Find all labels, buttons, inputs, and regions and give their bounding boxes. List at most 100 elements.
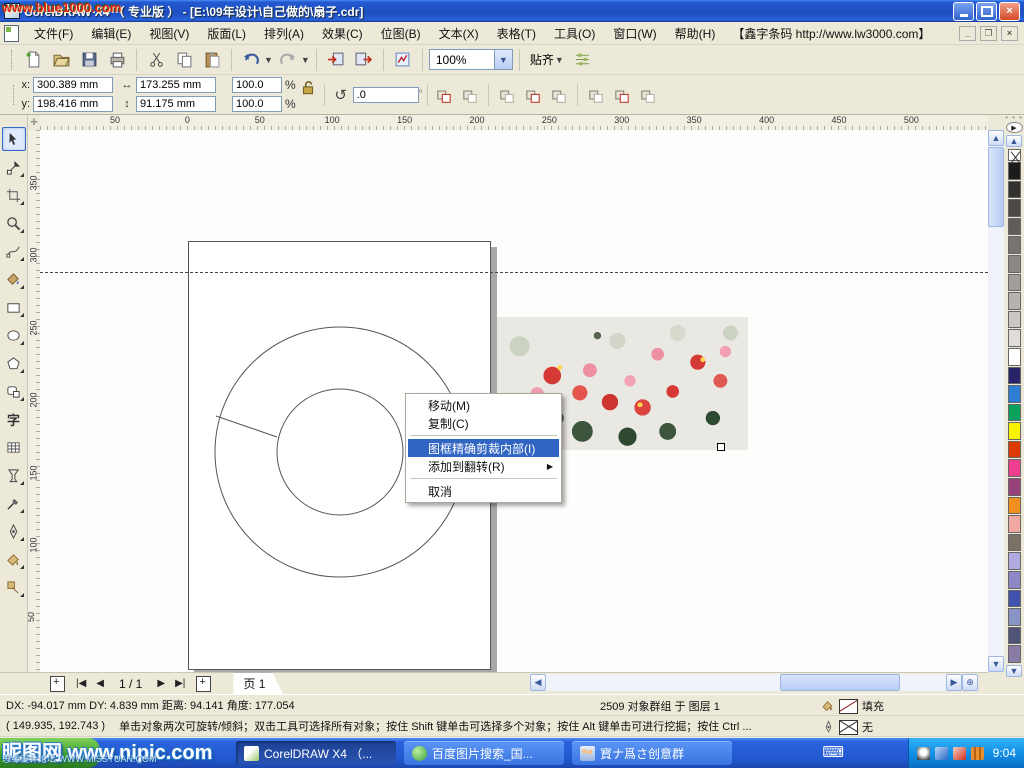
mirror-horizontal-icon[interactable] [432, 83, 456, 107]
color-swatch-12[interactable] [1008, 385, 1021, 403]
new-icon[interactable] [20, 47, 46, 73]
object-height-field[interactable]: 91.175 mm [136, 96, 216, 112]
rectangle-tool[interactable] [2, 295, 26, 319]
add-page-icon-2[interactable] [196, 676, 211, 692]
smart-fill-tool[interactable] [2, 267, 26, 291]
basic-shapes-tool[interactable] [2, 379, 26, 403]
color-swatch-17[interactable] [1008, 478, 1021, 496]
menu-item-0[interactable]: 文件(F) [25, 24, 82, 44]
cut-icon[interactable] [143, 47, 169, 73]
color-swatch-19[interactable] [1008, 515, 1021, 533]
color-swatch-6[interactable] [1008, 274, 1021, 292]
horizontal-scrollbar[interactable]: ◀ ▶ ⊕ [530, 674, 978, 691]
copy-icon[interactable] [171, 47, 197, 73]
color-swatch-9[interactable] [1008, 329, 1021, 347]
scroll-right-icon[interactable]: ▶ [946, 674, 962, 691]
page-tab[interactable]: 页 1 [233, 673, 283, 695]
no-color-swatch[interactable] [1008, 149, 1021, 161]
menu-item-4[interactable]: 排列(A) [255, 24, 313, 44]
propbar-grip[interactable] [13, 85, 17, 105]
network-tray-icon[interactable] [935, 747, 948, 760]
pick-tool[interactable] [2, 127, 26, 151]
lock-ratio-icon[interactable] [296, 76, 320, 100]
export-icon[interactable] [351, 47, 377, 73]
fill-tool[interactable] [2, 547, 26, 571]
color-swatch-21[interactable] [1008, 552, 1021, 570]
mirror-vertical-icon[interactable] [458, 83, 482, 107]
qq-tray-icon[interactable] [917, 747, 930, 760]
color-swatch-14[interactable] [1008, 422, 1021, 440]
options-icon[interactable] [570, 47, 596, 73]
books-tray-icon[interactable] [971, 747, 984, 760]
toolbar-grip[interactable] [11, 50, 15, 70]
menu-item-10[interactable]: 窗口(W) [604, 24, 665, 44]
outline-color-swatch[interactable] [839, 720, 858, 735]
previous-page-icon[interactable]: ◀ [91, 678, 109, 689]
zoom-tool[interactable] [2, 211, 26, 235]
crop-tool[interactable] [2, 183, 26, 207]
restore-button[interactable] [976, 2, 997, 21]
next-page-icon[interactable]: ▶ [152, 678, 170, 689]
zoom-level-combo[interactable]: 100% ▼ [429, 49, 513, 70]
polygon-tool[interactable] [2, 351, 26, 375]
color-swatch-23[interactable] [1008, 590, 1021, 608]
color-swatch-20[interactable] [1008, 534, 1021, 552]
menu-item-6[interactable]: 位图(B) [372, 24, 430, 44]
convert-icon[interactable] [636, 83, 660, 107]
to-front-icon[interactable] [584, 83, 608, 107]
ungroup-icon[interactable] [547, 83, 571, 107]
palette-scroll-down-icon[interactable]: ▼ [1006, 665, 1022, 677]
import-icon[interactable] [323, 47, 349, 73]
undo-dropdown-icon[interactable]: ▼ [264, 55, 273, 65]
taskbar-button-1[interactable]: 百度图片搜索_国... [404, 741, 564, 765]
menu-item-8[interactable]: 表格(T) [488, 24, 545, 44]
eyedropper-tool[interactable] [2, 491, 26, 515]
redo-icon[interactable] [275, 47, 301, 73]
color-swatch-13[interactable] [1008, 404, 1021, 422]
palette-flyout-icon[interactable]: ▶ [1006, 122, 1023, 133]
color-swatch-25[interactable] [1008, 627, 1021, 645]
scroll-up-icon[interactable]: ▲ [988, 130, 1004, 146]
table-tool[interactable] [2, 435, 26, 459]
last-page-icon[interactable]: ▶| [170, 678, 190, 689]
print-icon[interactable] [104, 47, 130, 73]
color-swatch-10[interactable] [1008, 348, 1021, 366]
horizontal-scroll-thumb[interactable] [780, 674, 900, 691]
mdi-restore-button[interactable]: ❐ [980, 26, 997, 41]
y-position-field[interactable]: 198.416 mm [33, 96, 113, 112]
zoom-combo-arrow-icon[interactable]: ▼ [494, 50, 512, 69]
color-swatch-22[interactable] [1008, 571, 1021, 589]
menu-item-9[interactable]: 工具(O) [545, 24, 604, 44]
color-swatch-5[interactable] [1008, 255, 1021, 273]
selection-handle[interactable] [717, 443, 725, 451]
outline-pen-tool[interactable] [2, 519, 26, 543]
mdi-minimize-button[interactable]: _ [959, 26, 976, 41]
menu-item-11[interactable]: 帮助(H) [666, 24, 725, 44]
palette-scroll-up-icon[interactable]: ▲ [1006, 135, 1022, 147]
save-icon[interactable] [76, 47, 102, 73]
mdi-close-button[interactable]: × [1001, 26, 1018, 41]
rotation-angle-field[interactable]: .0 [353, 87, 419, 103]
blend-tool[interactable] [2, 463, 26, 487]
text-tool[interactable]: 字 [2, 407, 26, 431]
context-menu-item-4[interactable]: 添加到翻转(R)▶ [408, 457, 559, 475]
color-swatch-7[interactable] [1008, 292, 1021, 310]
undo-icon[interactable] [238, 47, 264, 73]
first-page-icon[interactable]: |◀ [71, 678, 91, 689]
scale-h-field[interactable]: 100.0 [232, 77, 282, 93]
color-swatch-26[interactable] [1008, 645, 1021, 663]
interactive-fill-tool[interactable] [2, 575, 26, 599]
fill-color-swatch[interactable] [839, 699, 858, 714]
vertical-scroll-thumb[interactable] [988, 147, 1004, 227]
menu-item-3[interactable]: 版面(L) [198, 24, 255, 44]
color-swatch-24[interactable] [1008, 608, 1021, 626]
color-swatch-3[interactable] [1008, 218, 1021, 236]
freehand-tool[interactable] [2, 239, 26, 263]
color-swatch-1[interactable] [1008, 181, 1021, 199]
color-swatch-11[interactable] [1008, 367, 1021, 385]
open-icon[interactable] [48, 47, 74, 73]
context-menu-item-6[interactable]: 取消 [408, 482, 559, 500]
scroll-down-icon[interactable]: ▼ [988, 656, 1004, 672]
navigator-icon[interactable]: ⊕ [962, 674, 978, 691]
snap-dropdown[interactable]: 贴齐 ▼ [526, 49, 568, 70]
